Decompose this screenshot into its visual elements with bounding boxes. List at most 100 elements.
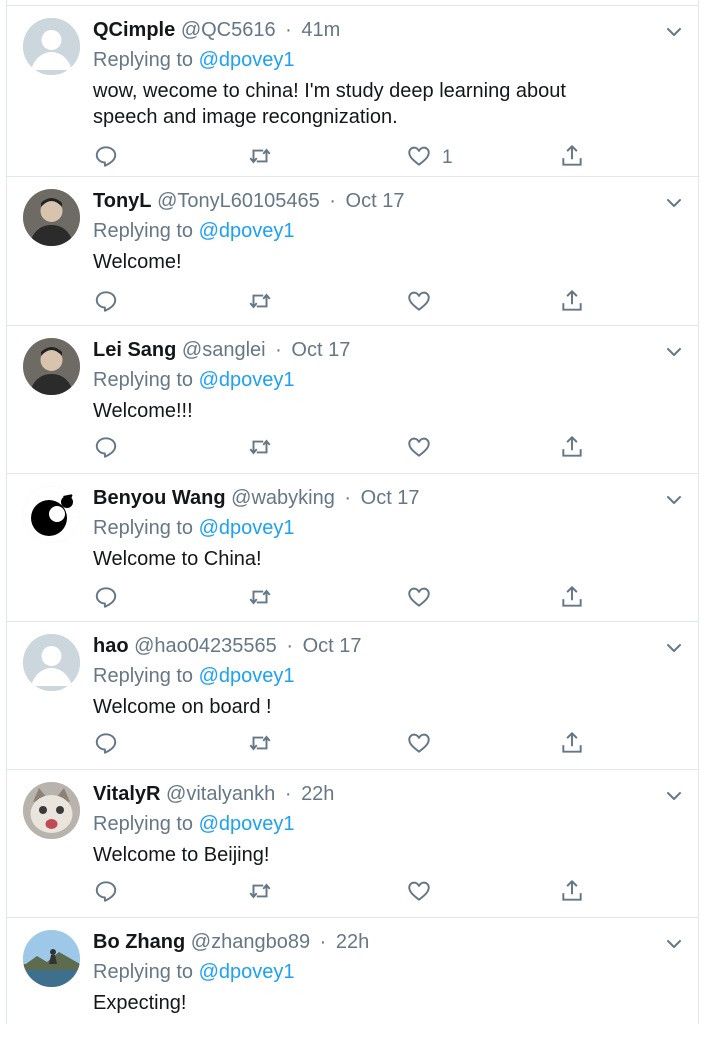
display-name[interactable]: Lei Sang [93,339,176,361]
tweet-header: hao @hao04235565 · Oct 17 [93,634,362,658]
reply-button[interactable] [93,434,119,464]
avatar[interactable] [23,18,80,75]
timestamp[interactable]: 22h [336,931,369,953]
separator-dot: · [284,783,292,805]
share-icon [559,584,585,615]
user-handle[interactable]: @wabyking [231,487,335,509]
separator-dot: · [275,339,282,361]
user-handle[interactable]: @vitalyankh [166,783,275,805]
tweet-item[interactable]: VitalyR @vitalyankh · 22h Replying to @d… [7,769,698,917]
retweet-button[interactable] [247,584,273,614]
avatar[interactable] [23,930,80,987]
like-button[interactable] [406,878,442,908]
reply-button[interactable] [93,878,119,908]
chevron-down-icon[interactable] [664,786,684,806]
reply-button[interactable] [93,143,119,173]
chevron-down-icon[interactable] [664,934,684,954]
timestamp[interactable]: Oct 17 [303,635,362,657]
share-icon [559,143,585,174]
share-button[interactable] [559,730,585,760]
mention-link[interactable]: @dpovey1 [199,369,295,391]
separator-dot: · [329,190,336,212]
avatar[interactable] [23,338,80,395]
user-handle[interactable]: @zhangbo89 [191,931,310,953]
retweet-button[interactable] [247,434,273,464]
share-icon [559,730,585,761]
avatar[interactable] [23,486,80,543]
mention-link[interactable]: @dpovey1 [199,961,295,983]
user-handle[interactable]: @QC5616 [181,19,276,41]
retweet-button[interactable] [247,143,273,173]
display-name[interactable]: hao [93,635,129,657]
like-button[interactable] [406,584,442,614]
tweet-actions [93,878,613,908]
display-name[interactable]: Bo Zhang [93,931,185,953]
display-name[interactable]: VitalyR [93,783,160,805]
tweet-item[interactable]: TonyL @TonyL60105465 · Oct 17 Replying t… [7,176,698,325]
timestamp[interactable]: Oct 17 [291,339,350,361]
tweet-header: QCimple @QC5616 · 41m [93,18,340,42]
like-count: 1 [442,147,453,168]
reply-button[interactable] [93,584,119,614]
tweet-item[interactable]: Benyou Wang @wabyking · Oct 17 Replying … [7,473,698,621]
replying-to: Replying to @dpovey1 [93,48,295,72]
user-handle[interactable]: @sanglei [182,339,266,361]
user-handle[interactable]: @TonyL60105465 [157,190,320,212]
chevron-down-icon[interactable] [664,342,684,362]
retweet-button[interactable] [247,878,273,908]
mention-link[interactable]: @dpovey1 [199,517,295,539]
mention-link[interactable]: @dpovey1 [199,813,295,835]
mention-link[interactable]: @dpovey1 [199,220,295,242]
tweet-header: TonyL @TonyL60105465 · Oct 17 [93,189,404,213]
replying-label: Replying to [93,220,194,242]
like-button[interactable] [406,434,442,464]
display-name[interactable]: Benyou Wang [93,487,226,509]
chevron-down-icon[interactable] [664,490,684,510]
tweet-actions [93,434,613,464]
heart-icon [406,730,432,761]
tweet-item[interactable]: Lei Sang @sanglei · Oct 17 Replying to @… [7,325,698,473]
reply-button[interactable] [93,288,119,318]
avatar[interactable] [23,782,80,839]
like-button[interactable] [406,288,442,318]
like-button[interactable]: 1 [406,143,453,173]
chevron-down-icon[interactable] [664,193,684,213]
tweet-item[interactable]: hao @hao04235565 · Oct 17 Replying to @d… [7,621,698,769]
reply-icon [93,434,119,465]
avatar[interactable] [23,634,80,691]
share-button[interactable] [559,434,585,464]
timestamp[interactable]: 41m [301,19,340,41]
timestamp[interactable]: Oct 17 [346,190,405,212]
retweet-icon [247,730,273,761]
avatar[interactable] [23,189,80,246]
separator-dot: · [344,487,352,509]
tweet-item[interactable]: QCimple @QC5616 · 41m Replying to @dpove… [7,5,698,176]
chevron-down-icon[interactable] [664,638,684,658]
retweet-icon [247,288,273,319]
reply-feed: QCimple @QC5616 · 41m Replying to @dpove… [6,0,699,1024]
retweet-button[interactable] [247,288,273,318]
timestamp[interactable]: 22h [301,783,334,805]
retweet-icon [247,434,273,465]
like-button[interactable] [406,730,442,760]
retweet-icon [247,143,273,174]
chevron-down-icon[interactable] [664,22,684,42]
replying-label: Replying to [93,665,194,687]
reply-icon [93,143,119,174]
tweet-item[interactable]: Bo Zhang @zhangbo89 · 22h Replying to @d… [7,917,698,1037]
display-name[interactable]: QCimple [93,19,175,41]
mention-link[interactable]: @dpovey1 [199,665,295,687]
tweet-text: Welcome to Beijing! [93,844,270,866]
user-handle[interactable]: @hao04235565 [134,635,277,657]
share-button[interactable] [559,584,585,614]
timestamp[interactable]: Oct 17 [361,487,420,509]
share-button[interactable] [559,288,585,318]
retweet-button[interactable] [247,730,273,760]
share-button[interactable] [559,143,585,173]
display-name[interactable]: TonyL [93,190,152,212]
tweet-actions [93,584,613,614]
tweet-header: Lei Sang @sanglei · Oct 17 [93,338,350,362]
share-button[interactable] [559,878,585,908]
reply-button[interactable] [93,730,119,760]
mention-link[interactable]: @dpovey1 [199,49,295,71]
